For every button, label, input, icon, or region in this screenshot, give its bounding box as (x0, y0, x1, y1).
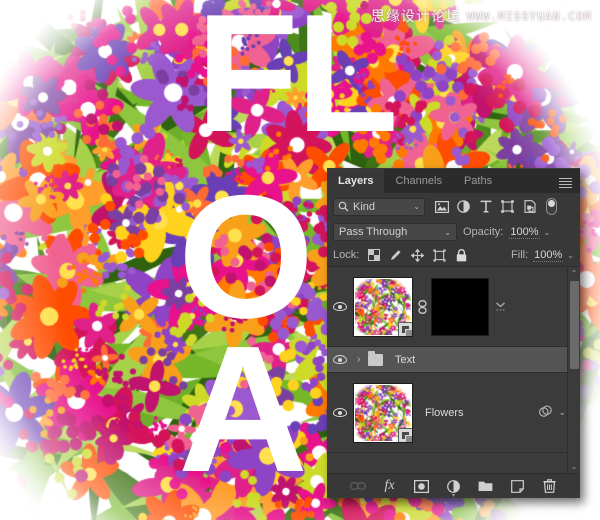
new-group-button[interactable] (477, 478, 494, 495)
layer-list: › Text Flowers ⌄ ⌃ ⌄ (327, 267, 580, 473)
scroll-up-arrow[interactable]: ⌃ (568, 267, 581, 280)
opacity-label: Opacity: (463, 226, 504, 238)
chevron-right-icon[interactable]: › (357, 354, 366, 365)
lock-label: Lock: (333, 249, 360, 261)
chevron-down-icon[interactable]: ⌄ (558, 407, 566, 418)
blend-mode-value: Pass Through (339, 226, 408, 238)
pixel-layer-filter-icon[interactable] (434, 199, 449, 214)
panel-tab-strip: Layers Channels Paths (327, 169, 580, 193)
chevron-down-icon: ⌄ (567, 250, 574, 260)
smart-object-badge-icon (398, 321, 412, 336)
screenshot-root: F L O A 思缘设计论坛 WWW.MISSYUAN.COM Layers C… (0, 0, 600, 520)
smart-object-filter-icon[interactable] (522, 199, 537, 214)
table-row[interactable]: › Text (327, 347, 580, 373)
table-row[interactable] (327, 267, 580, 347)
eye-icon[interactable] (327, 408, 353, 417)
opacity-field[interactable]: 100% ⌄ (509, 226, 550, 239)
layer-group-folder-icon (368, 350, 383, 366)
eye-icon[interactable] (327, 355, 353, 364)
filter-type-icons (434, 198, 557, 215)
watermark-site-url: WWW.MISSYUAN.COM (466, 9, 592, 23)
add-layer-style-button[interactable]: fx (381, 478, 398, 495)
lock-position-icon[interactable] (411, 248, 425, 262)
layer-options-ellipsis[interactable] (495, 301, 506, 313)
watermark-site-name: 思缘设计论坛 (370, 9, 461, 25)
mask-link-icon[interactable] (413, 299, 431, 314)
lock-image-pixels-icon[interactable] (389, 249, 402, 262)
hamburger-menu-icon[interactable] (556, 169, 574, 193)
layer-filter-row: Kind ⌄ (327, 193, 580, 220)
scrollbar-thumb[interactable] (569, 281, 579, 369)
filter-kind-label: Kind (353, 200, 376, 213)
chevron-down-icon: ⌄ (543, 227, 551, 237)
blend-mode-select[interactable]: Pass Through ⌄ (333, 223, 457, 241)
scroll-down-arrow[interactable]: ⌄ (568, 460, 581, 473)
eye-icon[interactable] (327, 302, 353, 311)
tab-layers[interactable]: Layers (327, 169, 385, 193)
link-layers-button[interactable] (349, 478, 366, 495)
row-right-controls (489, 301, 506, 313)
lock-row: Lock: Fill: 100% ⌄ (327, 244, 580, 267)
table-row[interactable]: Flowers ⌄ (327, 373, 580, 453)
fill-field[interactable]: 100% ⌄ (533, 249, 574, 262)
chevron-down-icon: ▾ (451, 492, 456, 499)
lock-all-icon[interactable] (455, 248, 468, 262)
shape-layer-filter-icon[interactable] (500, 199, 515, 214)
filter-kind-select[interactable]: Kind ⌄ (333, 197, 425, 216)
tab-paths[interactable]: Paths (452, 169, 504, 193)
blend-mode-row: Pass Through ⌄ Opacity: 100% ⌄ (327, 220, 580, 244)
watermark: 思缘设计论坛 WWW.MISSYUAN.COM (371, 6, 592, 26)
delete-layer-button[interactable] (541, 478, 558, 495)
fill-field-wrap: Fill: 100% ⌄ (511, 249, 574, 262)
lock-icons (367, 248, 468, 262)
layers-panel-footer: fx ▾ (327, 473, 580, 499)
opacity-value: 100% (509, 225, 540, 239)
adjustment-layer-filter-icon[interactable] (456, 199, 471, 214)
lock-transparent-pixels-icon[interactable] (367, 249, 380, 262)
layer-effects-icon[interactable] (538, 404, 553, 421)
filter-toggle-switch[interactable] (546, 198, 557, 215)
fill-value: 100% (533, 248, 564, 262)
layer-name[interactable]: Text (383, 354, 566, 366)
type-layer-filter-icon[interactable] (478, 199, 493, 214)
search-icon (338, 201, 349, 212)
new-adjustment-layer-button[interactable]: ▾ (445, 478, 462, 499)
layer-thumbnail[interactable] (353, 276, 413, 337)
layer-thumbnail[interactable] (353, 382, 413, 443)
row-right-controls: ⌄ (532, 404, 566, 421)
layers-panel: Layers Channels Paths Kind ⌄ Pass Throug… (327, 168, 580, 499)
layer-name[interactable]: Flowers (413, 407, 532, 419)
lock-artboard-nesting-icon[interactable] (433, 248, 446, 262)
layer-mask-thumbnail[interactable] (431, 277, 489, 336)
chevron-down-icon: ⌄ (413, 202, 420, 211)
add-layer-mask-button[interactable] (413, 478, 430, 495)
layer-list-scrollbar[interactable]: ⌃ ⌄ (567, 267, 580, 473)
tab-channels[interactable]: Channels (384, 169, 453, 193)
new-layer-button[interactable] (509, 478, 526, 495)
fill-label: Fill: (511, 249, 529, 261)
smart-object-badge-icon (398, 427, 412, 442)
chevron-down-icon: ⌄ (444, 227, 451, 237)
